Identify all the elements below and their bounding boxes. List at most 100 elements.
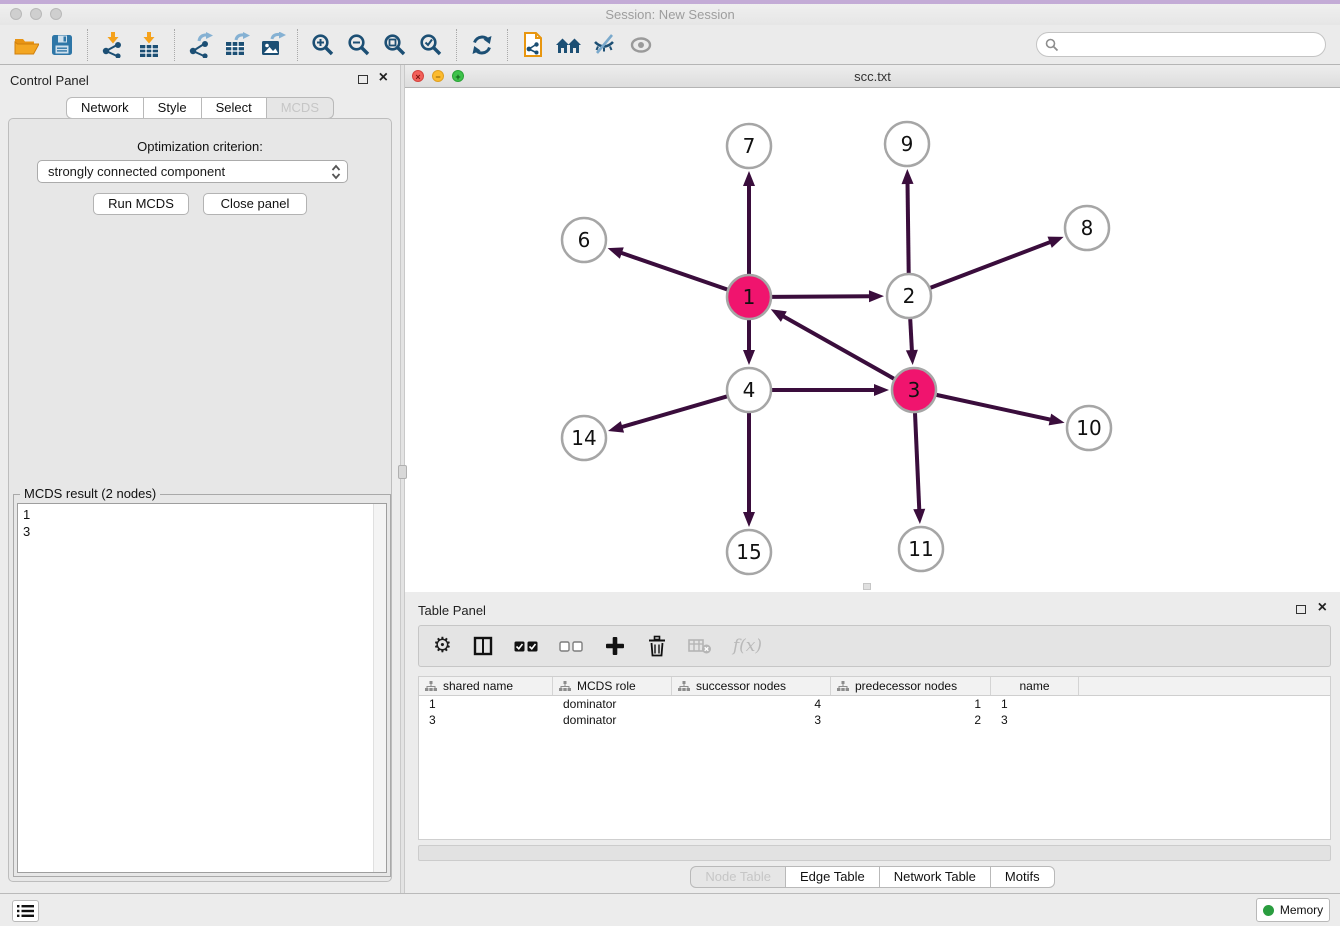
column-type-icon bbox=[425, 681, 437, 692]
graph-node-3[interactable]: 3 bbox=[892, 368, 936, 412]
edge-arrowhead bbox=[906, 350, 918, 365]
edge-arrowhead bbox=[913, 509, 925, 524]
table-cell[interactable]: 1 bbox=[831, 696, 991, 712]
table-cell[interactable]: 1 bbox=[991, 696, 1079, 712]
edge-4-14[interactable] bbox=[620, 396, 726, 427]
column-header-successor-nodes[interactable]: successor nodes bbox=[672, 677, 831, 695]
refresh-button[interactable] bbox=[464, 29, 500, 61]
column-header-name[interactable]: name bbox=[991, 677, 1079, 695]
edge-2-8[interactable] bbox=[930, 242, 1051, 288]
tab-mcds[interactable]: MCDS bbox=[267, 97, 334, 119]
graph-node-8[interactable]: 8 bbox=[1065, 206, 1109, 250]
zoom-in-button[interactable] bbox=[305, 29, 341, 61]
zoom-selected-button[interactable] bbox=[413, 29, 449, 61]
export-table-button[interactable] bbox=[218, 29, 254, 61]
edge-3-1[interactable] bbox=[782, 316, 894, 379]
graph-node-6[interactable]: 6 bbox=[562, 218, 606, 262]
graph-node-10[interactable]: 10 bbox=[1067, 406, 1111, 450]
search-input[interactable] bbox=[1059, 34, 1325, 55]
mcds-result-textarea[interactable]: 1 3 bbox=[17, 503, 387, 873]
network-frame-titlebar[interactable]: × − + scc.txt bbox=[405, 65, 1340, 88]
select-all-button[interactable] bbox=[514, 633, 538, 659]
criterion-dropdown[interactable]: strongly connected component bbox=[37, 160, 348, 183]
edge-1-6[interactable] bbox=[620, 252, 727, 289]
column-header-MCDS-role[interactable]: MCDS role bbox=[553, 677, 672, 695]
export-network-button[interactable] bbox=[182, 29, 218, 61]
edge-3-11[interactable] bbox=[915, 413, 919, 511]
panel-divider-grip[interactable] bbox=[398, 465, 407, 479]
folder-open-icon bbox=[13, 33, 39, 57]
table-cell[interactable]: 4 bbox=[672, 696, 831, 712]
table-cell[interactable]: 2 bbox=[831, 712, 991, 728]
column-visibility-button[interactable] bbox=[473, 633, 493, 659]
hide-selected-button[interactable] bbox=[587, 29, 623, 61]
edge-arrowhead bbox=[902, 169, 914, 184]
zoom-fit-button[interactable] bbox=[377, 29, 413, 61]
edge-1-2[interactable] bbox=[772, 296, 871, 297]
export-table-icon bbox=[223, 32, 250, 58]
memory-button[interactable]: Memory bbox=[1256, 898, 1330, 922]
zoom-out-button[interactable] bbox=[341, 29, 377, 61]
tab-style[interactable]: Style bbox=[144, 97, 202, 119]
network-canvas[interactable]: 1 2 3 4 6 7 8 9 10 11 14 15 bbox=[405, 88, 1340, 592]
table-cell[interactable]: 3 bbox=[672, 712, 831, 728]
import-network-button[interactable] bbox=[95, 29, 131, 61]
refresh-icon bbox=[470, 33, 494, 57]
import-table-button[interactable] bbox=[131, 29, 167, 61]
show-all-button[interactable] bbox=[623, 29, 659, 61]
graph-node-15[interactable]: 15 bbox=[727, 530, 771, 574]
delete-table-button[interactable] bbox=[688, 633, 712, 659]
frame-resize-handle[interactable] bbox=[863, 583, 871, 590]
window-title: Session: New Session bbox=[0, 7, 1340, 22]
table-row[interactable]: 3dominator323 bbox=[419, 712, 1330, 728]
edge-2-3[interactable] bbox=[910, 319, 912, 352]
add-column-button[interactable] bbox=[604, 633, 626, 659]
graph-node-11[interactable]: 11 bbox=[899, 527, 943, 571]
table-cell[interactable]: dominator bbox=[553, 696, 672, 712]
column-header-predecessor-nodes[interactable]: predecessor nodes bbox=[831, 677, 991, 695]
column-label: successor nodes bbox=[696, 679, 786, 693]
column-header-shared-name[interactable]: shared name bbox=[419, 677, 553, 695]
edge-3-10[interactable] bbox=[936, 395, 1051, 420]
graph-node-14[interactable]: 14 bbox=[562, 416, 606, 460]
table-row[interactable]: 1dominator411 bbox=[419, 696, 1330, 712]
save-session-button[interactable] bbox=[44, 29, 80, 61]
close-panel-button[interactable]: Close panel bbox=[203, 193, 307, 215]
open-session-button[interactable] bbox=[8, 29, 44, 61]
table-horizontal-scrollbar[interactable] bbox=[418, 845, 1331, 861]
close-panel-icon[interactable]: × bbox=[379, 69, 388, 87]
first-neighbors-button[interactable] bbox=[551, 29, 587, 61]
table-cell[interactable]: 3 bbox=[419, 712, 553, 728]
function-builder-button[interactable]: f(x) bbox=[733, 633, 762, 659]
task-history-button[interactable] bbox=[12, 900, 39, 922]
table-cell[interactable]: 3 bbox=[991, 712, 1079, 728]
unchecked-box-icon bbox=[559, 641, 570, 652]
close-table-panel-icon[interactable]: × bbox=[1318, 599, 1327, 617]
graph-node-7[interactable]: 7 bbox=[727, 124, 771, 168]
tab-motifs[interactable]: Motifs bbox=[991, 866, 1055, 888]
tab-network[interactable]: Network bbox=[66, 97, 144, 119]
float-table-panel-icon[interactable] bbox=[1296, 605, 1306, 614]
graph-node-1[interactable]: 1 bbox=[727, 275, 771, 319]
table-cell[interactable]: 1 bbox=[419, 696, 553, 712]
table-toolbar: ⚙ f(x) bbox=[418, 625, 1331, 667]
svg-text:6: 6 bbox=[578, 228, 591, 252]
tab-node-table[interactable]: Node Table bbox=[690, 866, 786, 888]
graph-node-2[interactable]: 2 bbox=[887, 274, 931, 318]
table-cell[interactable]: dominator bbox=[553, 712, 672, 728]
tab-edge-table[interactable]: Edge Table bbox=[786, 866, 880, 888]
delete-table-icon bbox=[688, 637, 712, 655]
graph-node-9[interactable]: 9 bbox=[885, 122, 929, 166]
edge-2-9[interactable] bbox=[908, 182, 909, 273]
deselect-all-button[interactable] bbox=[559, 633, 583, 659]
result-scrollbar[interactable] bbox=[373, 504, 386, 872]
graph-node-4[interactable]: 4 bbox=[727, 368, 771, 412]
delete-column-button[interactable] bbox=[647, 633, 667, 659]
float-panel-icon[interactable] bbox=[358, 75, 368, 84]
table-settings-button[interactable]: ⚙ bbox=[433, 633, 452, 659]
export-image-button[interactable] bbox=[254, 29, 290, 61]
run-mcds-button[interactable]: Run MCDS bbox=[93, 193, 189, 215]
tab-select[interactable]: Select bbox=[202, 97, 267, 119]
new-network-from-selection-button[interactable] bbox=[515, 29, 551, 61]
tab-network-table[interactable]: Network Table bbox=[880, 866, 991, 888]
